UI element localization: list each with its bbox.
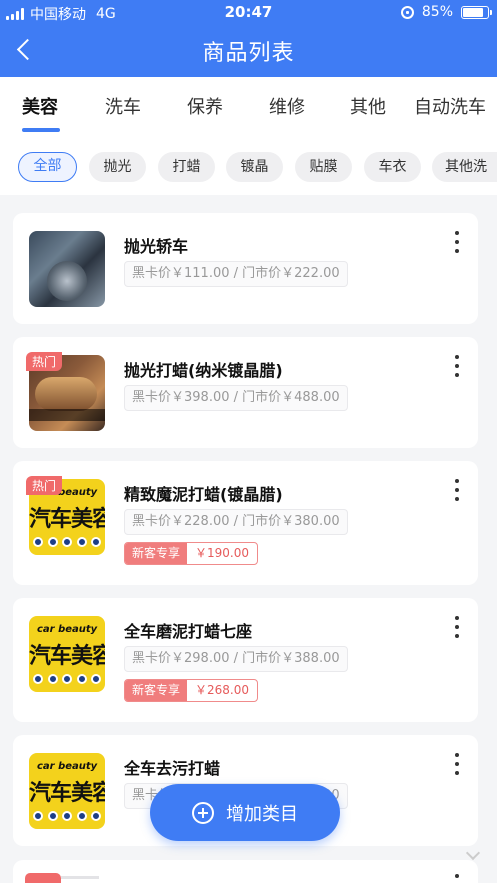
product-name: 全车磨泥打蜡七座 — [124, 622, 253, 641]
battery-icon — [461, 5, 492, 19]
chip-coating[interactable]: 镀晶 — [226, 152, 283, 182]
new-customer-promo: 新客专享 ￥190.00 — [124, 542, 259, 565]
product-price: 黑卡价￥111.00 / 门市价￥222.00 — [124, 261, 348, 287]
chip-wax[interactable]: 打蜡 — [158, 152, 215, 182]
hot-badge: 热门 — [26, 476, 63, 495]
page-title: 商品列表 — [202, 41, 295, 66]
product-card[interactable]: 热门 抛光打蜡(纳米镀晶腊) 黑卡价￥398.00 / 门市价￥488.00 — [13, 337, 478, 448]
logo-big-text: 汽车美容 — [29, 644, 105, 669]
chip-other-label-tail: 洗 — [473, 159, 487, 175]
more-options-icon[interactable] — [452, 753, 462, 775]
add-category-button[interactable]: 增加类目 — [150, 784, 340, 841]
tab-auto-wash[interactable]: 自动洗车 — [414, 93, 486, 119]
chip-all[interactable]: 全部 — [18, 152, 77, 182]
chip-film[interactable]: 贴膜 — [295, 152, 352, 182]
product-price: 黑卡价￥298.00 / 门市价￥388.00 — [124, 646, 348, 672]
category-tabs: 美容 洗车 保养 维修 其他 自动洗车 — [0, 77, 497, 139]
active-tab-indicator — [22, 128, 60, 132]
promo-tag: 新客专享 — [125, 680, 188, 701]
more-options-icon[interactable] — [452, 479, 462, 501]
tab-beauty[interactable]: 美容 — [22, 93, 58, 119]
scroll-indicator-icon — [465, 845, 481, 861]
product-name: 精致魔泥打蜡(镀晶腊) — [124, 485, 283, 504]
product-price: 黑卡价￥228.00 / 门市价￥380.00 — [124, 509, 348, 535]
chip-other[interactable]: 其他洗 — [432, 152, 497, 182]
promo-tag: 新客专享 — [125, 543, 188, 564]
logo-big-text: 汽车美容 — [29, 507, 105, 532]
plus-icon — [192, 801, 214, 824]
logo-small-text: car beauty — [37, 624, 98, 635]
tab-maintenance[interactable]: 保养 — [187, 93, 223, 119]
chip-car-cover[interactable]: 车衣 — [364, 152, 421, 182]
status-bar: 中国移动 4G 20:47 85% — [0, 0, 497, 26]
more-options-icon[interactable] — [452, 231, 462, 253]
tab-other[interactable]: 其他 — [350, 93, 386, 119]
product-name: 抛光打蜡(纳米镀晶腊) — [124, 361, 283, 380]
product-name: 抛光轿车 — [124, 237, 189, 256]
price-placeholder — [61, 876, 99, 879]
promo-price: ￥190.00 — [195, 546, 250, 560]
more-options-icon[interactable] — [452, 616, 462, 638]
product-name: 全车去污打蜡 — [124, 759, 221, 778]
hot-badge: 热门 — [26, 352, 63, 371]
more-options-icon[interactable] — [452, 355, 462, 377]
top-bar: 中国移动 4G 20:47 85% 商品列表 — [0, 0, 497, 77]
rotation-lock-icon — [400, 5, 414, 19]
product-image — [29, 231, 105, 307]
new-customer-promo: 新客专享 ￥268.00 — [124, 679, 259, 702]
promo-price: ￥268.00 — [195, 683, 250, 697]
logo-big-text: 汽车美容 — [29, 781, 105, 806]
chip-polish[interactable]: 抛光 — [89, 152, 146, 182]
product-card[interactable]: 抛光轿车 黑卡价￥111.00 / 门市价￥222.00 — [13, 213, 478, 324]
product-image: car beauty 汽车美容 — [29, 753, 105, 829]
product-image: car beauty 汽车美容 — [29, 616, 105, 692]
tab-wash[interactable]: 洗车 — [105, 93, 141, 119]
product-card[interactable]: car beauty 汽车美容 热门 精致魔泥打蜡(镀晶腊) 黑卡价￥228.0… — [13, 461, 478, 585]
battery-percent: 85% — [421, 4, 453, 20]
product-card[interactable] — [13, 860, 478, 883]
hot-badge — [25, 873, 61, 883]
chip-other-label: 其他 — [445, 159, 473, 175]
add-category-label: 增加类目 — [226, 803, 298, 825]
tab-repair[interactable]: 维修 — [269, 93, 305, 119]
product-card[interactable]: car beauty 汽车美容 全车磨泥打蜡七座 黑卡价￥298.00 / 门市… — [13, 598, 478, 722]
product-price: 黑卡价￥398.00 / 门市价￥488.00 — [124, 385, 348, 411]
more-options-icon[interactable] — [452, 874, 462, 883]
logo-small-text: car beauty — [37, 761, 98, 772]
filter-chips: 全部 抛光 打蜡 镀晶 贴膜 车衣 其他洗 — [0, 139, 497, 195]
